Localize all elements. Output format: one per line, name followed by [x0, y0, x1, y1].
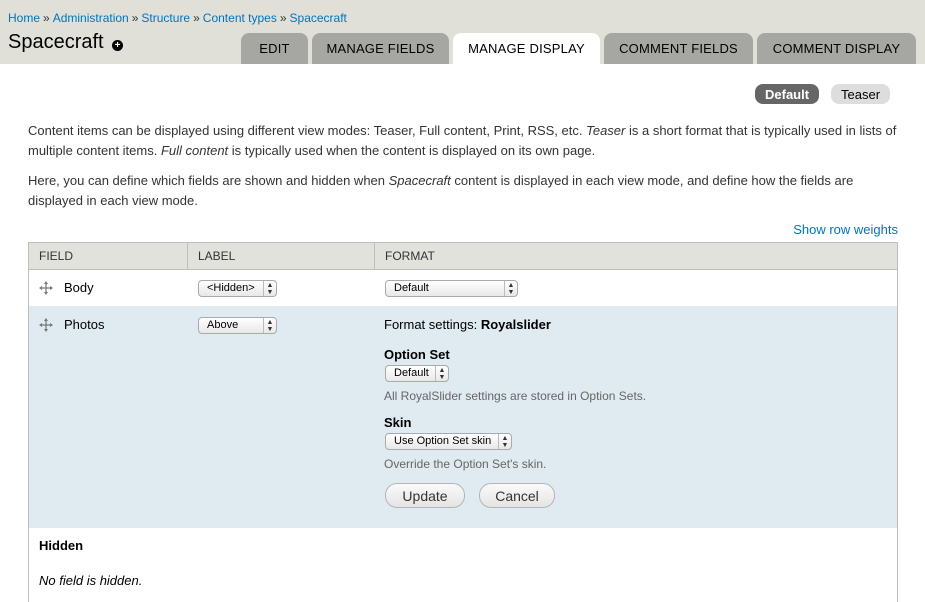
- tab-manage-display[interactable]: Manage display: [453, 33, 600, 64]
- breadcrumb-separator: »: [193, 11, 200, 25]
- select-arrows-icon: ▲ ▼: [263, 281, 276, 296]
- option-set-select[interactable]: Default ▲ ▼: [385, 365, 449, 382]
- tab-edit[interactable]: Edit: [241, 33, 308, 64]
- table-header: Field Label Format: [29, 243, 897, 270]
- view-mode-default[interactable]: Default: [755, 84, 820, 104]
- select-arrows-icon: ▲ ▼: [498, 434, 511, 449]
- view-mode-teaser[interactable]: Teaser: [831, 84, 891, 104]
- breadcrumb-separator: »: [279, 11, 287, 25]
- format-settings-formatter: Royalslider: [480, 317, 551, 332]
- breadcrumb-separator: »: [43, 11, 50, 25]
- select-arrows-icon: ▲ ▼: [435, 366, 448, 381]
- show-row-weights-link[interactable]: Show row weights: [793, 222, 898, 237]
- select-value: Above: [207, 319, 239, 331]
- select-value: Use Option Set skin: [394, 435, 492, 447]
- format-select[interactable]: Default ▲ ▼: [385, 280, 518, 297]
- column-header-format: Format: [385, 249, 435, 263]
- page-header: Home» Administration» Structure» Content ty…: [0, 0, 925, 64]
- tab-manage-fields[interactable]: Manage fields: [312, 33, 449, 64]
- help-text-part: Here, you can define which fields are sh…: [28, 173, 389, 188]
- select-value: <Hidden>: [207, 282, 255, 294]
- column-header-label: Label: [198, 249, 236, 263]
- help-text-fields: Here, you can define which fields are sh…: [28, 171, 908, 211]
- help-text-part: Content items can be displayed using dif…: [28, 123, 587, 138]
- label-display-select[interactable]: <Hidden> ▲ ▼: [198, 280, 277, 297]
- field-name: Photos: [64, 317, 105, 332]
- breadcrumb-administration[interactable]: Administration: [53, 11, 129, 25]
- help-text-emphasis: Teaser: [586, 123, 626, 138]
- table-row-body: Body <Hidden> ▲ ▼ Default ▲ ▼: [29, 270, 897, 307]
- skin-help: Override the Option Set's skin.: [384, 457, 547, 471]
- select-arrows-icon: ▲ ▼: [504, 281, 517, 296]
- field-name: Body: [64, 280, 94, 295]
- tab-comment-display[interactable]: Comment display: [757, 33, 916, 64]
- fields-table: Field Label Format Body <Hidden> ▲ ▼ Defa…: [28, 242, 898, 602]
- hidden-region-title: Hidden: [39, 538, 84, 553]
- select-value: Default: [394, 367, 429, 379]
- label-display-select[interactable]: Above ▲ ▼: [198, 317, 277, 334]
- column-header-field: Field: [39, 249, 74, 263]
- update-button[interactable]: Update: [385, 483, 465, 508]
- help-text-emphasis: Full content: [160, 143, 229, 158]
- option-set-label: Option Set: [384, 347, 450, 362]
- skin-select[interactable]: Use Option Set skin ▲ ▼: [385, 433, 512, 450]
- hidden-region-empty-text: No field is hidden.: [39, 573, 143, 588]
- help-text-view-modes: Content items can be displayed using dif…: [28, 121, 908, 161]
- breadcrumb-content-types[interactable]: Content types: [203, 11, 277, 25]
- format-settings-title: Format settings: Royalslider: [384, 317, 551, 332]
- table-row-photos: Photos Above ▲ ▼ Format settings: Royalsl…: [29, 307, 897, 528]
- help-text-part: is typically used when the content is di…: [228, 143, 596, 158]
- breadcrumb-separator: »: [131, 11, 139, 25]
- breadcrumb: Home» Administration» Structure» Content ty…: [8, 11, 347, 25]
- breadcrumb-structure[interactable]: Structure: [141, 11, 190, 25]
- select-value: Default: [394, 282, 429, 294]
- format-settings-prefix: Format settings:: [384, 317, 478, 332]
- drag-handle-icon[interactable]: [39, 281, 53, 295]
- option-set-help: All RoyalSlider settings are stored in O…: [384, 389, 647, 403]
- help-text-emphasis: Spacecraft: [388, 173, 451, 188]
- select-arrows-icon: ▲ ▼: [263, 318, 276, 333]
- breadcrumb-spacecraft[interactable]: Spacecraft: [290, 11, 347, 25]
- primary-tabs: Edit Manage fields Manage display Commen…: [0, 33, 925, 64]
- cancel-button[interactable]: Cancel: [479, 483, 555, 508]
- breadcrumb-home[interactable]: Home: [8, 11, 40, 25]
- skin-label: Skin: [384, 415, 412, 430]
- tab-comment-fields[interactable]: Comment fields: [604, 33, 753, 64]
- drag-handle-icon[interactable]: [39, 318, 53, 332]
